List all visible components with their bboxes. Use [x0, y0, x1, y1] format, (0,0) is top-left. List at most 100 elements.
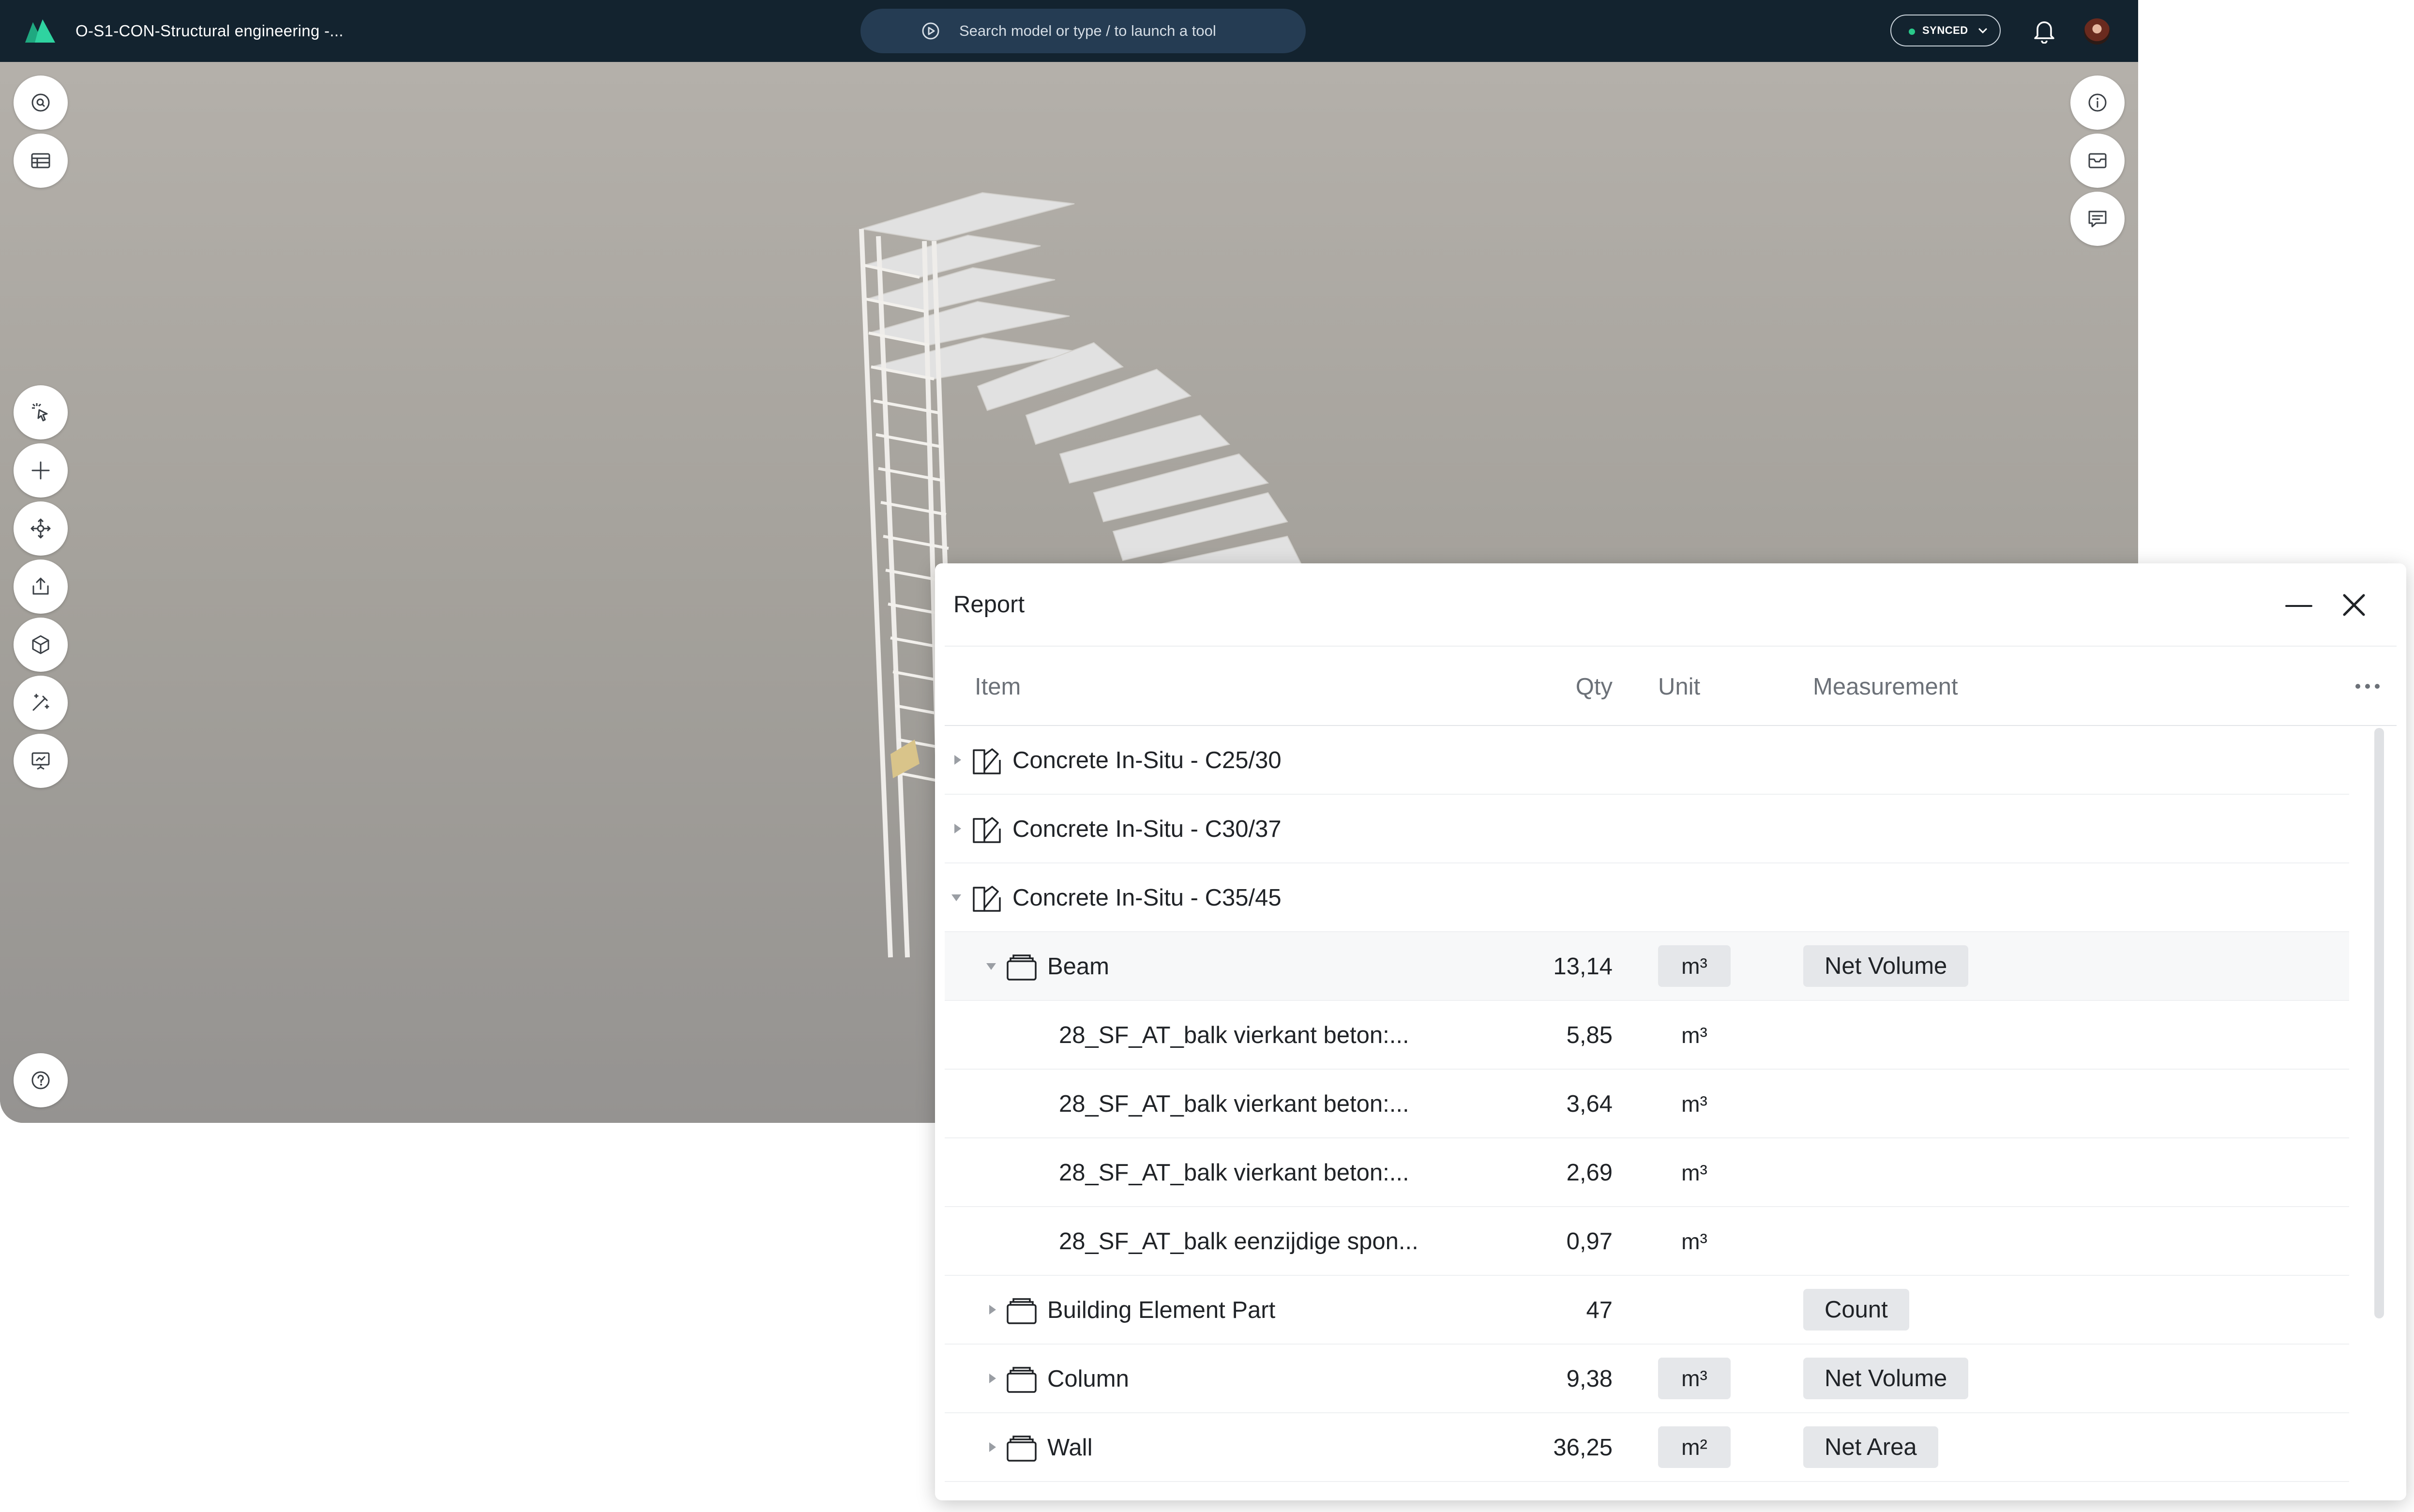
model-icon [32, 635, 49, 654]
row-qty: 9,38 [1566, 1366, 1613, 1392]
report-row-category[interactable]: Column 9,38 m³ Net Volume [945, 1345, 2349, 1413]
inbox-button[interactable] [2070, 134, 2125, 188]
measurement-pill[interactable]: Net Volume [1803, 1358, 1969, 1399]
model-view-button[interactable] [14, 618, 68, 672]
material-icon [973, 748, 1001, 774]
caret-down-icon[interactable] [983, 958, 999, 974]
category-icon [1007, 954, 1037, 981]
caret-right-icon[interactable] [984, 1371, 1000, 1386]
column-item[interactable]: Item [975, 647, 1021, 727]
more-options-icon[interactable] [2353, 677, 2382, 696]
category-icon [1007, 1298, 1037, 1324]
category-icon [1007, 1436, 1037, 1462]
navigate-button[interactable] [14, 501, 68, 556]
row-label: Wall [1047, 1435, 1093, 1461]
minimize-icon[interactable] [2284, 591, 2313, 620]
report-row-category[interactable]: Building Element Part 47 Count [945, 1276, 2349, 1345]
measurement-pill[interactable]: Net Area [1803, 1426, 1938, 1468]
sync-status-dot [1909, 29, 1915, 35]
report-row-element[interactable]: 28_SF_AT_balk eenzijdige spon... 0,97 m³ [945, 1207, 2349, 1276]
share-button[interactable] [14, 559, 68, 614]
row-unit: m³ [1681, 1160, 1707, 1185]
report-row-material[interactable]: Concrete In-Situ - C25/30 [945, 726, 2349, 795]
column-unit[interactable]: Unit [1658, 647, 1700, 727]
report-row-element[interactable]: 28_SF_AT_balk vierkant beton:... 5,85 m³ [945, 1001, 2349, 1070]
caret-right-icon[interactable] [950, 752, 965, 768]
chevron-down-icon [1978, 28, 1987, 34]
report-row-material[interactable]: Concrete In-Situ - C30/37 [945, 795, 2349, 863]
measurement-pill[interactable]: Net Volume [1803, 945, 1969, 987]
close-icon[interactable] [2339, 590, 2369, 620]
presentation-button[interactable] [14, 734, 68, 788]
info-button[interactable] [2070, 76, 2125, 130]
row-qty: 0,97 [1566, 1228, 1613, 1255]
report-row-material[interactable]: Concrete In-Situ - C35/45 [945, 863, 2349, 932]
table-button[interactable] [14, 134, 68, 188]
row-qty: 5,85 [1566, 1022, 1613, 1048]
report-panel: Report Item Qty Unit Measurement Concret… [935, 563, 2406, 1500]
row-label: Column [1047, 1366, 1129, 1392]
comments-button[interactable] [2070, 192, 2125, 246]
unit-pill[interactable]: m³ [1658, 945, 1731, 987]
material-icon [973, 817, 1001, 843]
select-button[interactable] [14, 385, 68, 439]
report-row-category[interactable]: Wall 36,25 m² Net Area [945, 1413, 2349, 1482]
comment-icon [2088, 211, 2107, 227]
add-button[interactable] [14, 443, 68, 498]
row-unit: m³ [1681, 1023, 1707, 1048]
select-icon [32, 403, 48, 422]
help-icon [31, 1071, 50, 1089]
report-row-element[interactable]: 28_SF_AT_balk vierkant beton:... 3,64 m³ [945, 1070, 2349, 1138]
caret-right-icon[interactable] [950, 821, 965, 836]
unit-pill[interactable]: m² [1658, 1426, 1731, 1468]
row-label: 28_SF_AT_balk vierkant beton:... [1059, 1091, 1409, 1117]
row-unit: m³ [1681, 1091, 1707, 1117]
column-qty[interactable]: Qty [1554, 647, 1613, 727]
table-icon [31, 153, 50, 168]
material-icon [973, 886, 1001, 912]
caret-right-icon[interactable] [984, 1439, 1000, 1455]
row-qty: 36,25 [1553, 1435, 1613, 1461]
sync-status-button[interactable]: SYNCED [1890, 15, 2001, 46]
user-avatar[interactable] [2084, 18, 2110, 45]
magic-tool-button[interactable] [14, 676, 68, 730]
move-icon [30, 518, 51, 539]
report-row-category[interactable]: Beam 13,14 m³ Net Volume [945, 932, 2349, 1001]
notification-bell-icon[interactable] [2033, 18, 2056, 44]
row-label: 28_SF_AT_balk eenzijdige spon... [1059, 1228, 1418, 1255]
measurement-pill[interactable]: Count [1803, 1289, 1909, 1331]
search-model-button[interactable] [14, 76, 68, 130]
row-label: 28_SF_AT_balk vierkant beton:... [1059, 1022, 1409, 1048]
caret-down-icon[interactable] [949, 890, 964, 905]
add-icon [31, 461, 50, 480]
report-rows: Concrete In-Situ - C25/30 Concrete In-Si… [945, 726, 2349, 1482]
column-measurement[interactable]: Measurement [1813, 647, 1958, 727]
top-bar: O-S1-CON-Structural engineering -... Sea… [0, 0, 2138, 62]
search-bar[interactable]: Search model or type / to launch a tool [860, 9, 1306, 53]
launch-tool-icon [922, 22, 939, 40]
row-qty: 13,14 [1553, 953, 1613, 980]
row-qty: 47 [1586, 1297, 1613, 1323]
report-column-header: Item Qty Unit Measurement [945, 646, 2397, 726]
presentation-icon [31, 752, 50, 770]
share-icon [32, 577, 49, 595]
unit-pill[interactable]: m³ [1658, 1358, 1731, 1399]
report-header: Report [935, 563, 2406, 646]
report-row-element[interactable]: 28_SF_AT_balk vierkant beton:... 2,69 m³ [945, 1138, 2349, 1207]
report-scrollbar[interactable] [2374, 728, 2384, 1318]
row-qty: 3,64 [1566, 1091, 1613, 1117]
row-label: Concrete In-Situ - C25/30 [1012, 747, 1282, 773]
row-label: Concrete In-Situ - C35/45 [1012, 885, 1282, 911]
row-label: Building Element Part [1047, 1297, 1276, 1323]
sync-status-label: SYNCED [1922, 24, 1968, 36]
row-label: Beam [1047, 953, 1110, 980]
model-title[interactable]: O-S1-CON-Structural engineering -... [75, 0, 344, 62]
help-button[interactable] [14, 1053, 68, 1107]
search-placeholder: Search model or type / to launch a tool [959, 22, 1216, 39]
row-qty: 2,69 [1566, 1160, 1613, 1186]
report-title: Report [953, 591, 1025, 618]
app-logo-icon[interactable] [24, 17, 56, 44]
search-icon [31, 93, 50, 112]
magic-wand-icon [32, 694, 49, 711]
caret-right-icon[interactable] [984, 1302, 1000, 1317]
